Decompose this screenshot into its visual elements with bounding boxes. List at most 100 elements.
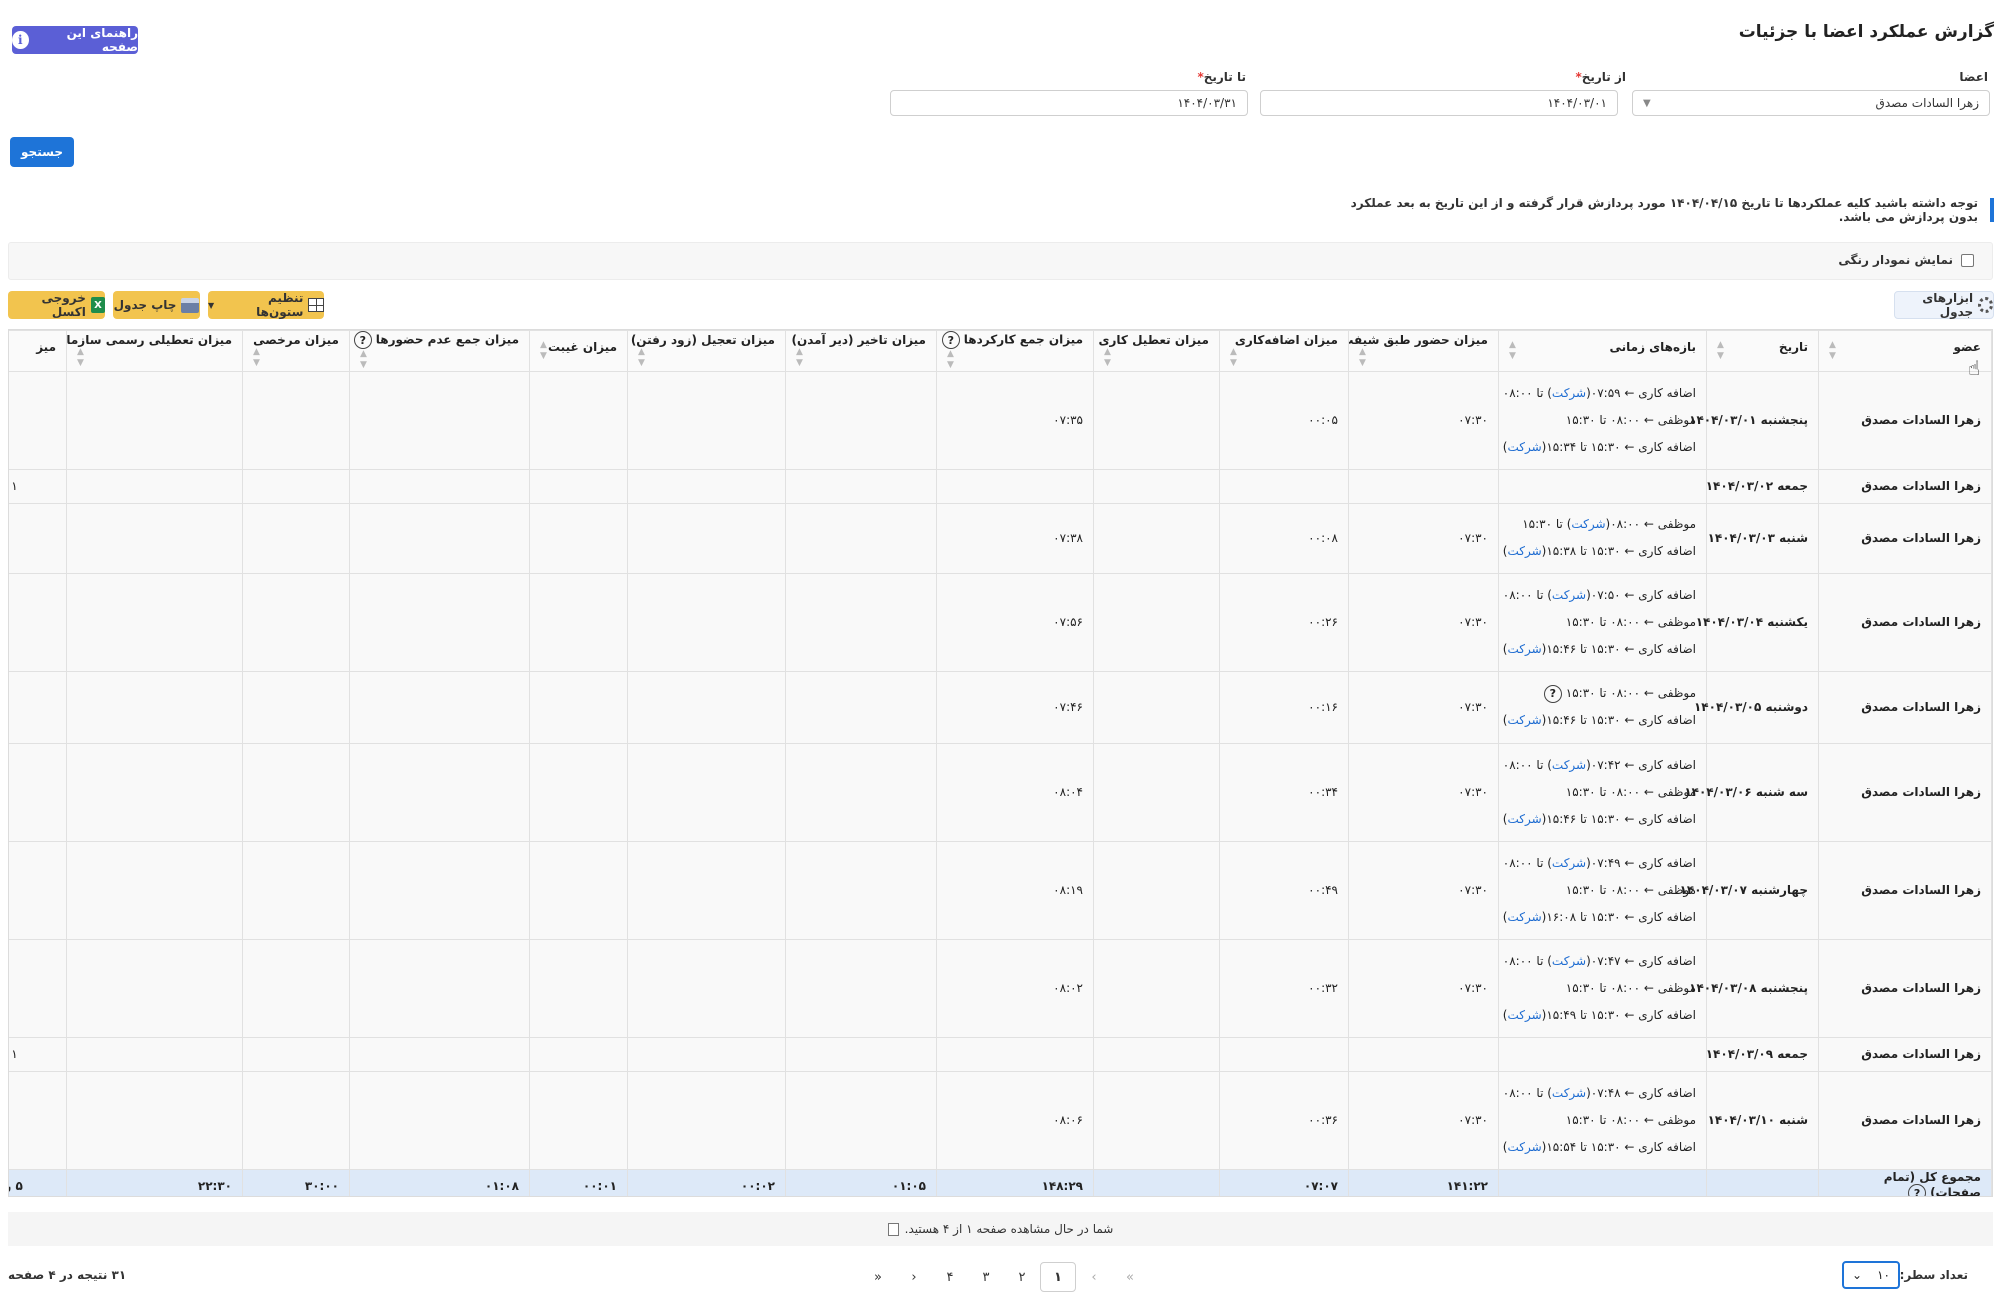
col-official-holiday[interactable]: میزان تعطیلی رسمی سازمان ▲ ▼ (66, 330, 243, 372)
print-table-button[interactable]: چاپ جدول (113, 291, 200, 319)
shift-cell: ۰۷:۳۰ (1348, 670, 1499, 744)
company-link[interactable]: شرکت (1552, 758, 1586, 772)
sort-icon: ▲ ▼ (1230, 347, 1237, 368)
member-cell: زهرا السادات مصدق (1818, 938, 1992, 1038)
totals-last-cell: ۵ روز (9, 1168, 67, 1196)
company-link[interactable]: شرکت (1507, 910, 1541, 924)
shift-cell: ۰۷:۳۰ (1348, 572, 1499, 672)
sort-icon: ▲ ▼ (947, 349, 954, 370)
company-link[interactable]: شرکت (1507, 1140, 1541, 1154)
overtime-cell: ۰۰:۱۶ (1219, 670, 1349, 744)
date-cell: پنجشنبه ۱۴۰۴/۰۳/۰۸ (1689, 938, 1819, 1038)
help-button[interactable]: راهنمای این صفحه i (12, 26, 138, 54)
company-link[interactable]: شرکت (1507, 440, 1541, 454)
col-date[interactable]: تاریخ ▲ ▼ (1706, 330, 1819, 372)
help-question-icon[interactable]: ? (1543, 684, 1562, 703)
page-2-button[interactable]: ۲ (1004, 1262, 1040, 1292)
early-leave-cell (627, 370, 786, 470)
delay-cell (785, 370, 937, 470)
absence-cell (529, 670, 628, 744)
col-absence[interactable]: میزان غیبت ▲ ▼ (529, 330, 628, 372)
column-settings-button[interactable]: تنظیم ستون‌ها ▼ (208, 291, 324, 319)
col-delay[interactable]: میزان تاخیر (دیر آمدن) ▲ ▼ (785, 330, 937, 372)
col-overtime[interactable]: میزان اضافه‌کاری ▲ ▼ (1219, 330, 1349, 372)
company-link[interactable]: شرکت (1552, 386, 1586, 400)
leave-cell (242, 572, 350, 672)
next-page-button[interactable]: › (896, 1262, 932, 1292)
totals-intervals-cell (1498, 1168, 1707, 1196)
total-work-cell: ۰۸:۰۲ (936, 938, 1094, 1038)
excel-export-button[interactable]: X خروجی اکسل (8, 291, 105, 319)
company-link[interactable]: شرکت (1507, 713, 1541, 727)
leave-cell (242, 1070, 350, 1170)
total-absence-cell (349, 670, 530, 744)
early-leave-cell (627, 1070, 786, 1170)
col-last[interactable]: میز▲▼ (9, 330, 67, 372)
overtime-cell: ۰۰:۰۵ (1219, 370, 1349, 470)
col-leave[interactable]: میزان مرخصی ▲ ▼ (242, 330, 350, 372)
to-date-input[interactable]: ۱۴۰۴/۰۳/۳۱ (890, 90, 1248, 116)
official-holiday-cell (66, 938, 243, 1038)
company-link[interactable]: شرکت (1552, 588, 1586, 602)
overtime-cell: ۰۰:۲۶ (1219, 572, 1349, 672)
company-link[interactable]: شرکت (1552, 1086, 1586, 1100)
sort-icon: ▲ ▼ (77, 347, 84, 368)
overtime-cell: ۰۰:۰۸ (1219, 502, 1349, 574)
col-holiday-work[interactable]: میزان تعطیل کاری ▲ ▼ (1093, 330, 1220, 372)
sort-icon: ▲ ▼ (1829, 340, 1836, 361)
company-link[interactable]: شرکت (1571, 517, 1605, 531)
rows-per-page-label: تعداد سطر: (1899, 1268, 1968, 1282)
company-link[interactable]: شرکت (1552, 856, 1586, 870)
members-select[interactable]: زهرا السادات مصدق ▼ (1632, 90, 1990, 116)
official-holiday-cell (66, 468, 243, 504)
col-total-work[interactable]: میزان جمع کارکردها? ▲ ▼ (936, 330, 1094, 372)
prev-page-button[interactable]: ‹ (1076, 1262, 1112, 1292)
totals-leave-cell: ۳۰:۰۰ (242, 1168, 350, 1196)
total-work-cell: ۰۷:۴۶ (936, 670, 1094, 744)
early-leave-cell (627, 1036, 786, 1072)
rows-per-page-select[interactable]: ۱۰ ⌄ (1842, 1261, 1900, 1289)
totals-delay-cell: ۰۱:۰۵ (785, 1168, 937, 1196)
col-intervals[interactable]: بازه‌های زمانی ▲ ▼ (1498, 330, 1707, 372)
from-date-input[interactable]: ۱۴۰۴/۰۳/۰۱ (1260, 90, 1618, 116)
chart-toggle[interactable]: نمایش نمودار رنگی (1838, 253, 1974, 267)
first-page-button[interactable]: « (1112, 1262, 1148, 1292)
date-cell: پنجشنبه ۱۴۰۴/۰۳/۰۱ (1689, 370, 1819, 470)
date-cell: جمعه ۱۴۰۴/۰۳/۰۹ (1706, 1036, 1819, 1072)
col-shift-presence[interactable]: میزان حضور طبق شیفت ▲ ▼ (1348, 330, 1499, 372)
col-member[interactable]: عضو ▲ ▼ (1818, 330, 1992, 372)
shift-cell (1348, 468, 1499, 504)
excel-icon: X (90, 297, 105, 313)
company-link[interactable]: شرکت (1507, 1008, 1541, 1022)
company-link[interactable]: شرکت (1507, 642, 1541, 656)
col-total-absence[interactable]: میزان جمع عدم حضورها? ▲ ▼ (349, 330, 530, 372)
company-link[interactable]: شرکت (1552, 954, 1586, 968)
shift-cell: ۰۷:۳۰ (1348, 840, 1499, 940)
table-row: زهرا السادات مصدق یکشنبه ۱۴۰۴/۰۳/۰۴ اضاف… (9, 572, 1992, 672)
totals-official-holiday-cell: ۲۲:۳۰ (66, 1168, 243, 1196)
holiday-work-cell (1093, 742, 1220, 842)
member-cell: زهرا السادات مصدق (1818, 840, 1992, 940)
page-4-button[interactable]: ۴ (932, 1262, 968, 1292)
help-question-icon: ? (353, 331, 372, 349)
date-cell: سه شنبه ۱۴۰۴/۰۳/۰۶ (1684, 742, 1819, 842)
help-question-icon: ? (941, 331, 960, 349)
page-1-button[interactable]: ۱ (1040, 1262, 1076, 1292)
total-absence-cell (349, 1070, 530, 1170)
company-link[interactable]: شرکت (1507, 812, 1541, 826)
col-early-leave[interactable]: میزان تعجیل (زود رفتن) ▲ ▼ (627, 330, 786, 372)
print-table-label: چاپ جدول (113, 298, 177, 312)
page-3-button[interactable]: ۳ (968, 1262, 1004, 1292)
table-tools-button[interactable]: ابزارهای جدول (1894, 291, 1994, 319)
help-question-icon[interactable]: ? (1908, 1184, 1927, 1196)
search-button[interactable]: جستجو (10, 137, 74, 167)
chart-toggle-checkbox[interactable] (1961, 253, 1974, 267)
last-cell (9, 840, 67, 940)
sort-icon: ▲ ▼ (1359, 347, 1366, 368)
early-leave-cell (627, 840, 786, 940)
official-holiday-cell (66, 840, 243, 940)
total-work-cell: ۰۷:۳۸ (936, 502, 1094, 574)
delay-cell (785, 572, 937, 672)
last-page-button[interactable]: » (860, 1262, 896, 1292)
company-link[interactable]: شرکت (1507, 544, 1541, 558)
